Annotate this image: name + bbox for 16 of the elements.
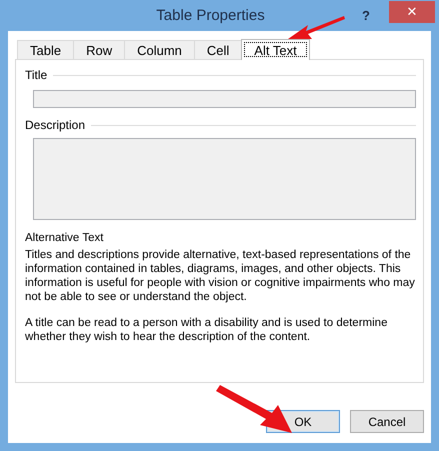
close-button[interactable]: ✕ — [389, 0, 435, 22]
title-field[interactable] — [33, 90, 416, 108]
tab[interactable]: Column — [124, 40, 195, 59]
description-field[interactable] — [33, 138, 416, 220]
tab[interactable]: Table — [17, 40, 74, 59]
help-button[interactable]: ? — [353, 4, 379, 26]
help-paragraph: Titles and descriptions provide alternative, text-based representations of the information contained in tables, diagrams, images, and other objects. This information is useful for people with vision or cognitive impairments who may not be able to see or understand the object. — [25, 248, 416, 304]
tab[interactable]: Cell — [194, 40, 242, 59]
help-paragraph: A title can be read to a person with a disability and is used to determine whether they wish to hear the description of the content. — [25, 316, 388, 344]
tab[interactable]: Alt Text — [241, 39, 310, 60]
tab[interactable]: Row — [73, 40, 126, 59]
cancel-button[interactable]: Cancel — [350, 410, 424, 433]
field-label: Title — [25, 68, 48, 82]
window-title: Table Properties — [156, 7, 265, 24]
field-label: Description — [25, 118, 86, 132]
help-heading: Alternative Text — [25, 232, 104, 244]
